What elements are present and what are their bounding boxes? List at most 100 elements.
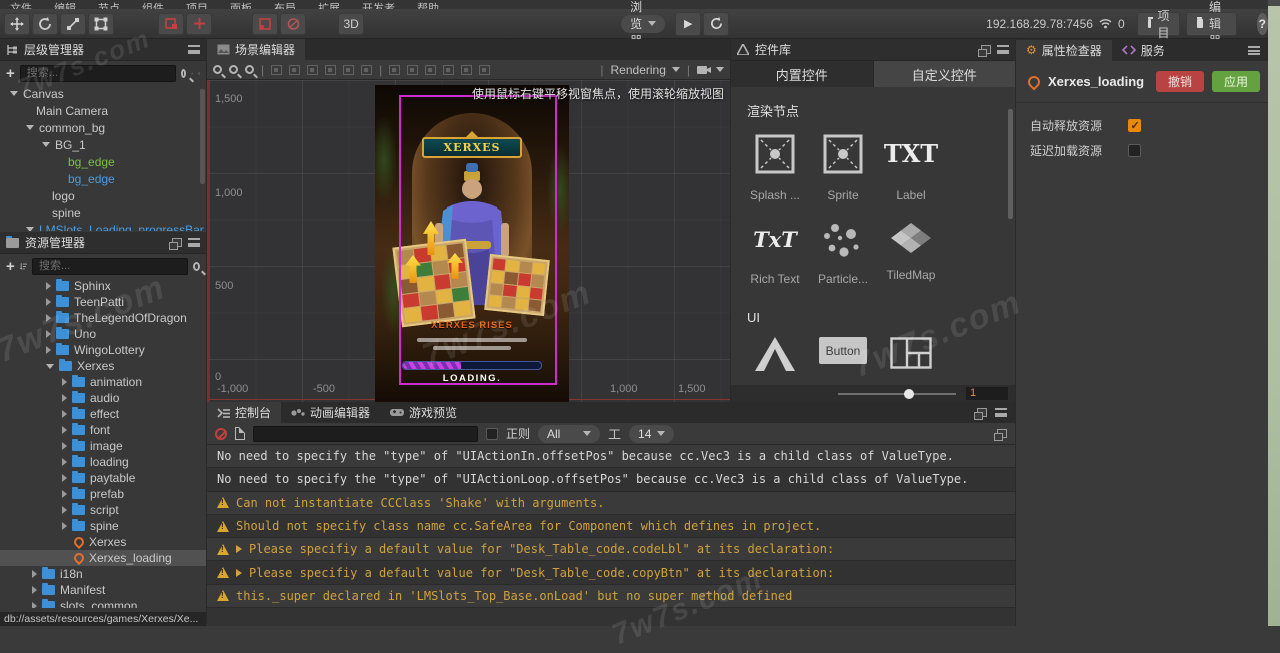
rendering-dropdown[interactable]: Rendering <box>611 63 680 77</box>
tree-node[interactable]: bg_edge <box>0 170 206 187</box>
menu-node[interactable]: 节点 <box>98 0 120 9</box>
move-tool-button[interactable] <box>4 13 30 35</box>
tab-animation-editor[interactable]: 动画编辑器 <box>281 402 380 423</box>
asset-folder[interactable]: script <box>0 502 206 518</box>
align-right-icon[interactable] <box>307 65 318 75</box>
menu-panel[interactable]: 面板 <box>230 0 252 9</box>
expand-icon[interactable] <box>236 545 242 553</box>
collider-button[interactable] <box>280 13 306 35</box>
tab-scene-editor[interactable]: 场景编辑器 <box>207 39 305 60</box>
same-size-icon[interactable] <box>461 65 472 75</box>
asset-folder[interactable]: prefab <box>0 486 206 502</box>
asset-scene-file[interactable]: Xerxes <box>0 534 206 550</box>
panel-menu-icon[interactable] <box>995 408 1007 417</box>
icon-size-slider[interactable] <box>838 393 956 395</box>
play-button[interactable]: ▶ <box>675 12 701 36</box>
widgets-scrollbar[interactable] <box>1008 109 1013 219</box>
popout-icon[interactable] <box>981 45 991 54</box>
same-height-icon[interactable] <box>443 65 454 75</box>
asset-folder[interactable]: animation <box>0 374 206 390</box>
open-log-file-icon[interactable] <box>235 427 245 440</box>
apply-button[interactable]: 应用 <box>1212 71 1260 92</box>
tab-console[interactable]: 控制台 <box>207 402 281 423</box>
log-row-warning[interactable]: Can not instantiate CCClass 'Shake' with… <box>207 492 1015 515</box>
add-node-button[interactable] <box>186 13 212 35</box>
icon-size-value[interactable]: 1 <box>966 387 1008 400</box>
menu-layout[interactable]: 布局 <box>274 0 296 9</box>
hierarchy-scrollbar[interactable] <box>200 89 205 184</box>
asset-folder[interactable]: i18n <box>0 566 206 582</box>
tree-node[interactable]: common_bg <box>0 119 206 136</box>
distribute-v-icon[interactable] <box>407 65 418 75</box>
panel-menu-icon[interactable] <box>997 45 1009 54</box>
tree-node[interactable]: spine <box>0 204 206 221</box>
align-bottom-icon[interactable] <box>361 65 372 75</box>
panel-menu-icon[interactable] <box>1248 46 1260 55</box>
log-level-dropdown[interactable]: All <box>538 425 600 443</box>
tab-builtin-widgets[interactable]: 内置控件 <box>731 61 873 87</box>
asset-folder[interactable]: WingoLottery <box>0 342 206 358</box>
open-project-button[interactable]: 项目 <box>1137 12 1181 36</box>
align-vcenter-icon[interactable] <box>343 65 354 75</box>
preview-target-dropdown[interactable]: 浏览器 <box>621 15 665 33</box>
widget-tiledmap[interactable]: TiledMap <box>877 222 945 286</box>
asset-folder[interactable]: loading <box>0 454 206 470</box>
scene-canvas[interactable]: 使用鼠标右键平移视窗焦点，使用滚轮缩放视图 1,500 1,000 500 0 … <box>207 80 730 402</box>
regex-checkbox[interactable] <box>486 428 498 440</box>
zoom-in-icon[interactable] <box>213 65 222 74</box>
add-asset-plus-button[interactable]: + <box>6 258 15 275</box>
zoom-out-icon[interactable] <box>229 65 238 74</box>
panel-menu-icon[interactable] <box>188 45 200 54</box>
asset-folder[interactable]: Xerxes <box>0 358 206 374</box>
search-icon[interactable] <box>193 262 200 271</box>
widget-button[interactable]: Button <box>809 337 877 371</box>
asset-folder[interactable]: paytable <box>0 470 206 486</box>
asset-folder[interactable]: effect <box>0 406 206 422</box>
slider-knob[interactable] <box>904 389 914 399</box>
log-row-warning[interactable]: Please specifiy a default value for "Des… <box>207 561 1015 584</box>
tree-node[interactable]: BG_1 <box>0 136 206 153</box>
tab-inspector[interactable]: ⚙ 属性检查器 <box>1016 40 1112 61</box>
align-top-icon[interactable] <box>325 65 336 75</box>
asset-folder[interactable]: Manifest <box>0 582 206 598</box>
widget-layout[interactable] <box>877 337 945 371</box>
asset-folder[interactable]: slots_common <box>0 598 206 608</box>
widget-splash[interactable]: Splash ... <box>741 134 809 202</box>
tree-node[interactable]: LMSlots_Loading_progressBar <box>0 221 206 231</box>
menu-developer[interactable]: 开发者 <box>362 0 395 9</box>
log-row[interactable]: No need to specify the "type" of "UIActi… <box>207 468 1015 491</box>
asset-folder[interactable]: audio <box>0 390 206 406</box>
open-editor-button[interactable]: 编辑器 <box>1186 12 1236 36</box>
clear-console-icon[interactable] <box>215 428 227 440</box>
asset-folder[interactable]: image <box>0 438 206 454</box>
menu-component[interactable]: 组件 <box>142 0 164 9</box>
menu-project[interactable]: 项目 <box>186 0 208 9</box>
widget-sprite[interactable]: Sprite <box>809 134 877 202</box>
same-width-icon[interactable] <box>425 65 436 75</box>
align-hcenter-icon[interactable] <box>289 65 300 75</box>
assets-search-input[interactable] <box>32 258 188 275</box>
collapse-icon[interactable] <box>997 429 1007 438</box>
rect-tool-button[interactable] <box>88 13 114 35</box>
anchor-button[interactable] <box>252 13 278 35</box>
tab-services[interactable]: 服务 <box>1112 40 1175 61</box>
refresh-preview-button[interactable] <box>703 12 729 36</box>
search-icon[interactable] <box>181 69 186 78</box>
log-row-warning[interactable]: Please specifiy a default value for "Des… <box>207 538 1015 561</box>
asset-folder[interactable]: spine <box>0 518 206 534</box>
3d-toggle-button[interactable]: 3D <box>338 13 364 35</box>
log-row[interactable]: No need to specify the "type" of "UIActi… <box>207 445 1015 468</box>
help-button[interactable]: ? <box>1257 13 1268 35</box>
console-filter-input[interactable] <box>253 426 478 442</box>
log-row-warning[interactable]: Should not specify class name cc.SafeAre… <box>207 515 1015 538</box>
asset-folder[interactable]: Uno <box>0 326 206 342</box>
add-node-plus-button[interactable]: + <box>6 65 15 82</box>
node-picker-icon[interactable] <box>191 68 193 79</box>
tree-node[interactable]: logo <box>0 187 206 204</box>
tab-game-preview[interactable]: 游戏预览 <box>380 402 467 423</box>
font-size-dropdown[interactable]: 14 <box>629 425 674 443</box>
sort-icon[interactable] <box>20 261 27 272</box>
log-row-warning[interactable]: this._super declared in 'LMSlots_Top_Bas… <box>207 585 1015 608</box>
asset-folder[interactable]: font <box>0 422 206 438</box>
asset-folder[interactable]: TeenPatti <box>0 294 206 310</box>
